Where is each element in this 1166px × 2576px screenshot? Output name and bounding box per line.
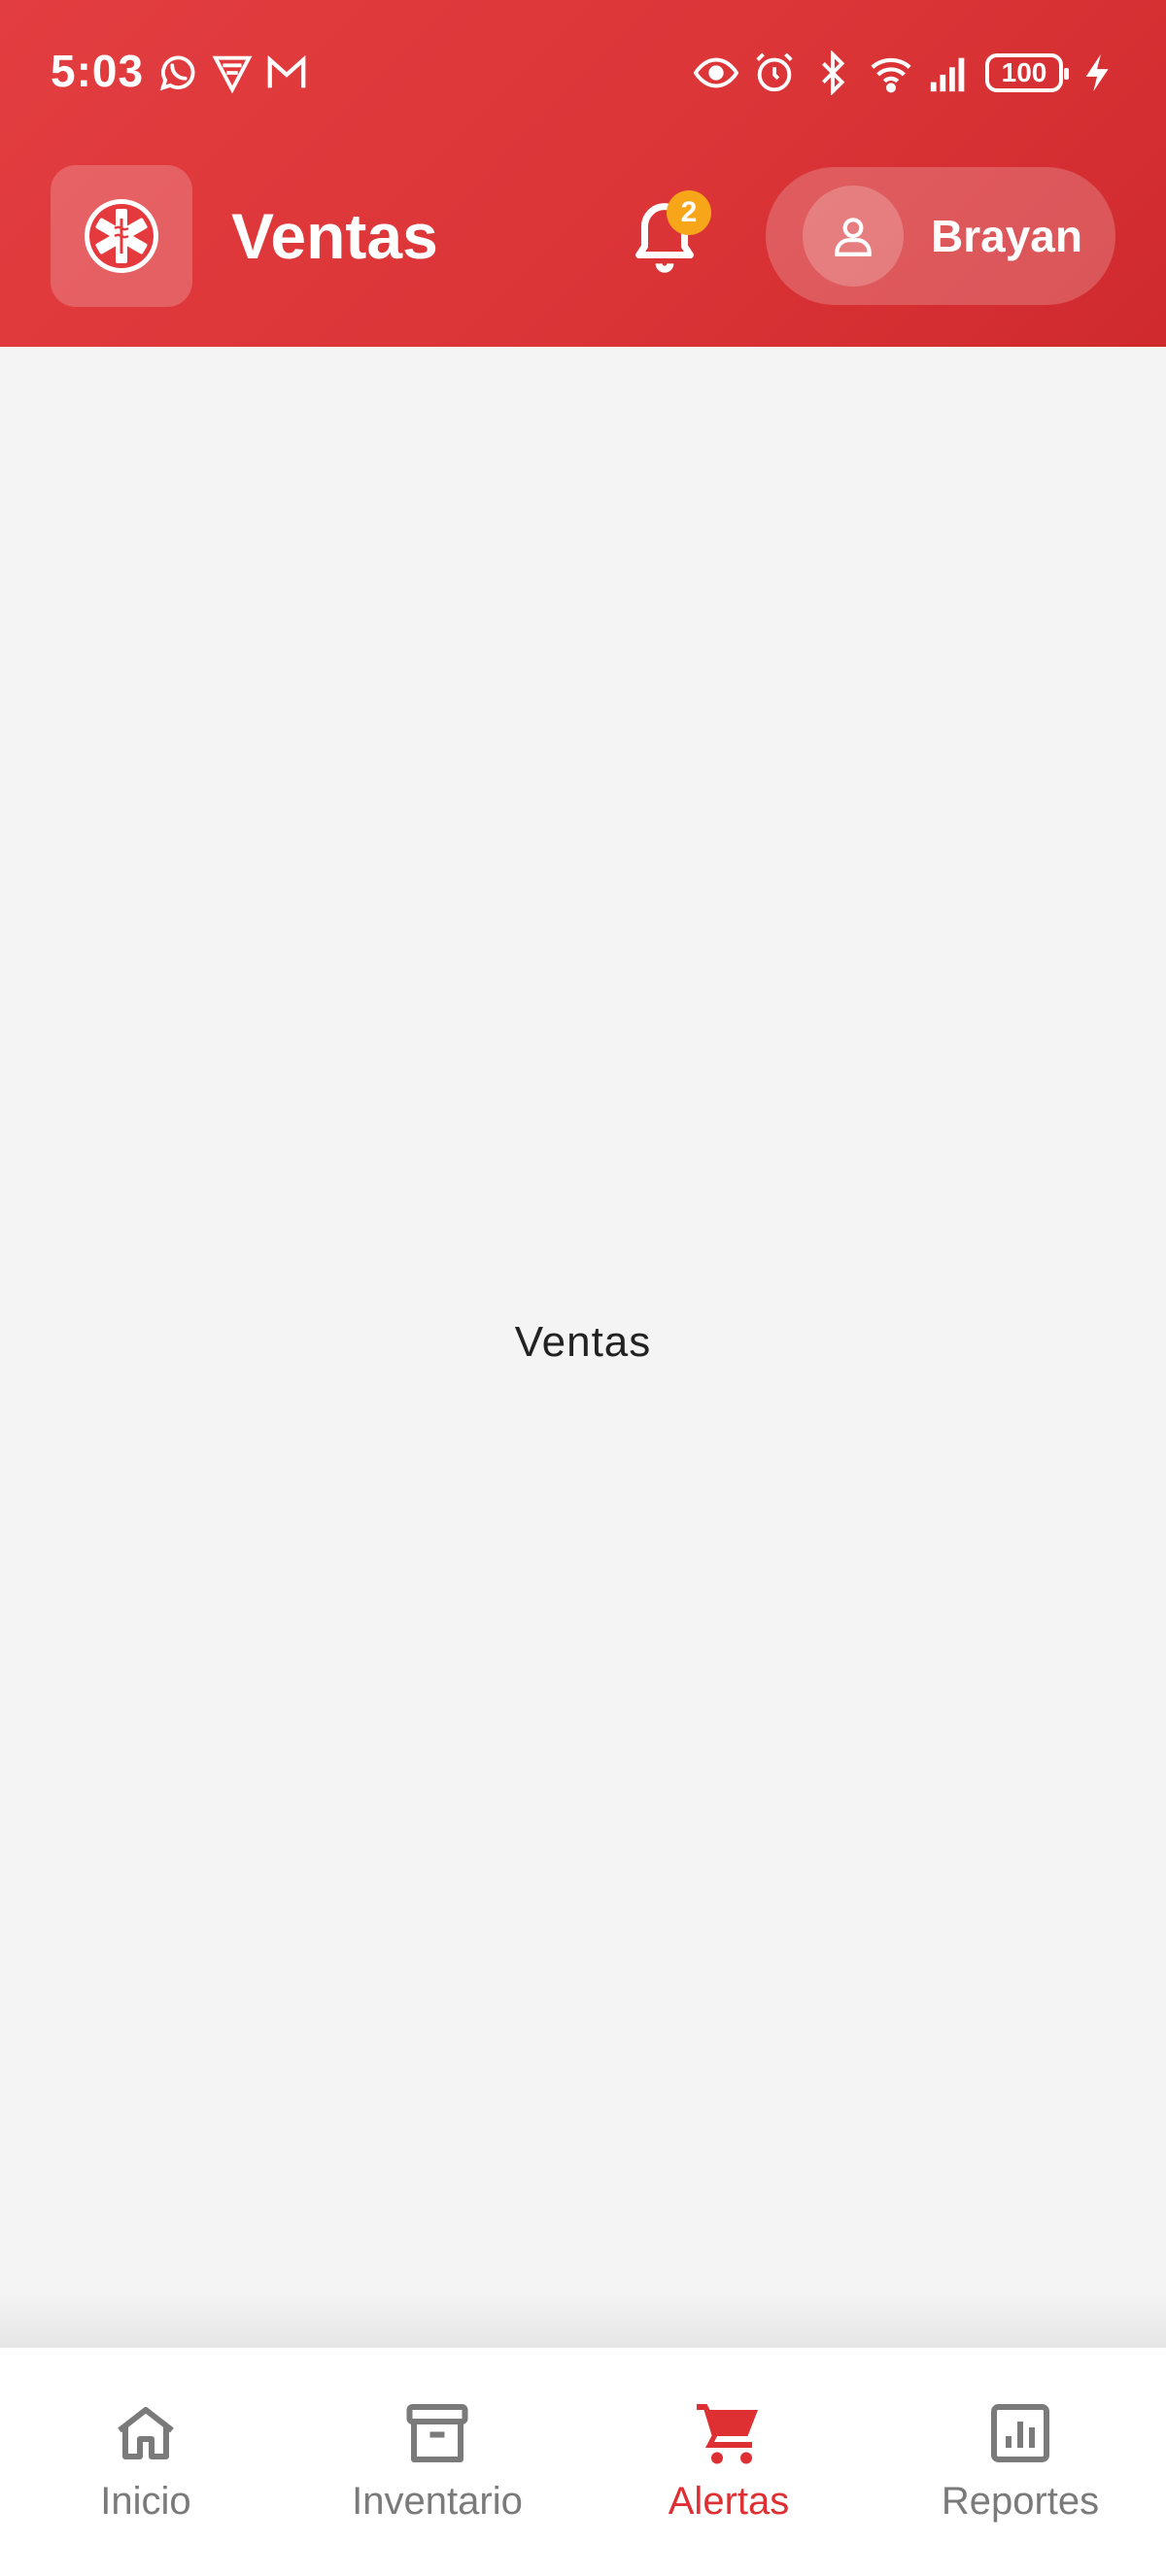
home-icon — [118, 2407, 174, 2459]
notification-badge: 2 — [667, 190, 711, 235]
nav-label: Inicio — [100, 2480, 191, 2523]
nav-item-alertas[interactable]: Alertas — [583, 2348, 874, 2576]
nav-item-reportes[interactable]: Reportes — [874, 2348, 1166, 2576]
placeholder-text: Ventas — [514, 1318, 652, 1366]
nav-item-inicio[interactable]: Inicio — [0, 2348, 292, 2576]
status-time: 5:03 — [51, 46, 145, 96]
whatsapp-icon — [159, 55, 195, 91]
nav-label: Inventario — [352, 2480, 523, 2523]
status-right-icons: 100 — [694, 51, 1121, 95]
charging-icon — [1085, 53, 1109, 92]
signal-icon — [930, 57, 965, 92]
wifi-icon — [871, 57, 911, 93]
battery-icon: 100 — [985, 53, 1069, 92]
gmail-icon — [267, 54, 306, 88]
page-title: Ventas — [231, 200, 438, 272]
eye-icon — [694, 57, 738, 88]
report-chart-icon — [991, 2404, 1049, 2462]
status-bar: 5:03 100 — [0, 0, 1166, 146]
nav-label: Alertas — [668, 2480, 790, 2523]
status-left-icons — [155, 51, 309, 95]
app-logo[interactable] — [51, 165, 192, 307]
avatar — [803, 186, 904, 287]
user-name: Brayan — [931, 211, 1082, 261]
nav-item-inventario[interactable]: Inventario — [292, 2348, 583, 2576]
nav-shadow — [0, 2292, 1166, 2348]
medical-cross-logo-icon — [85, 199, 158, 273]
user-profile-button[interactable]: Brayan — [766, 167, 1115, 305]
bottom-navigation: Inicio Inventario Alertas Reportes — [0, 2348, 1166, 2576]
archive-icon — [406, 2404, 468, 2462]
bluetooth-icon — [822, 51, 845, 95]
main-content: Ventas — [0, 347, 1166, 2348]
nav-label: Reportes — [941, 2480, 1100, 2523]
alarm-icon — [756, 52, 793, 92]
cart-icon — [697, 2404, 758, 2464]
user-icon — [835, 218, 872, 256]
app-header: 5:03 100 Ventas 2 Brayan — [0, 0, 1166, 347]
shield-icon — [212, 55, 253, 94]
